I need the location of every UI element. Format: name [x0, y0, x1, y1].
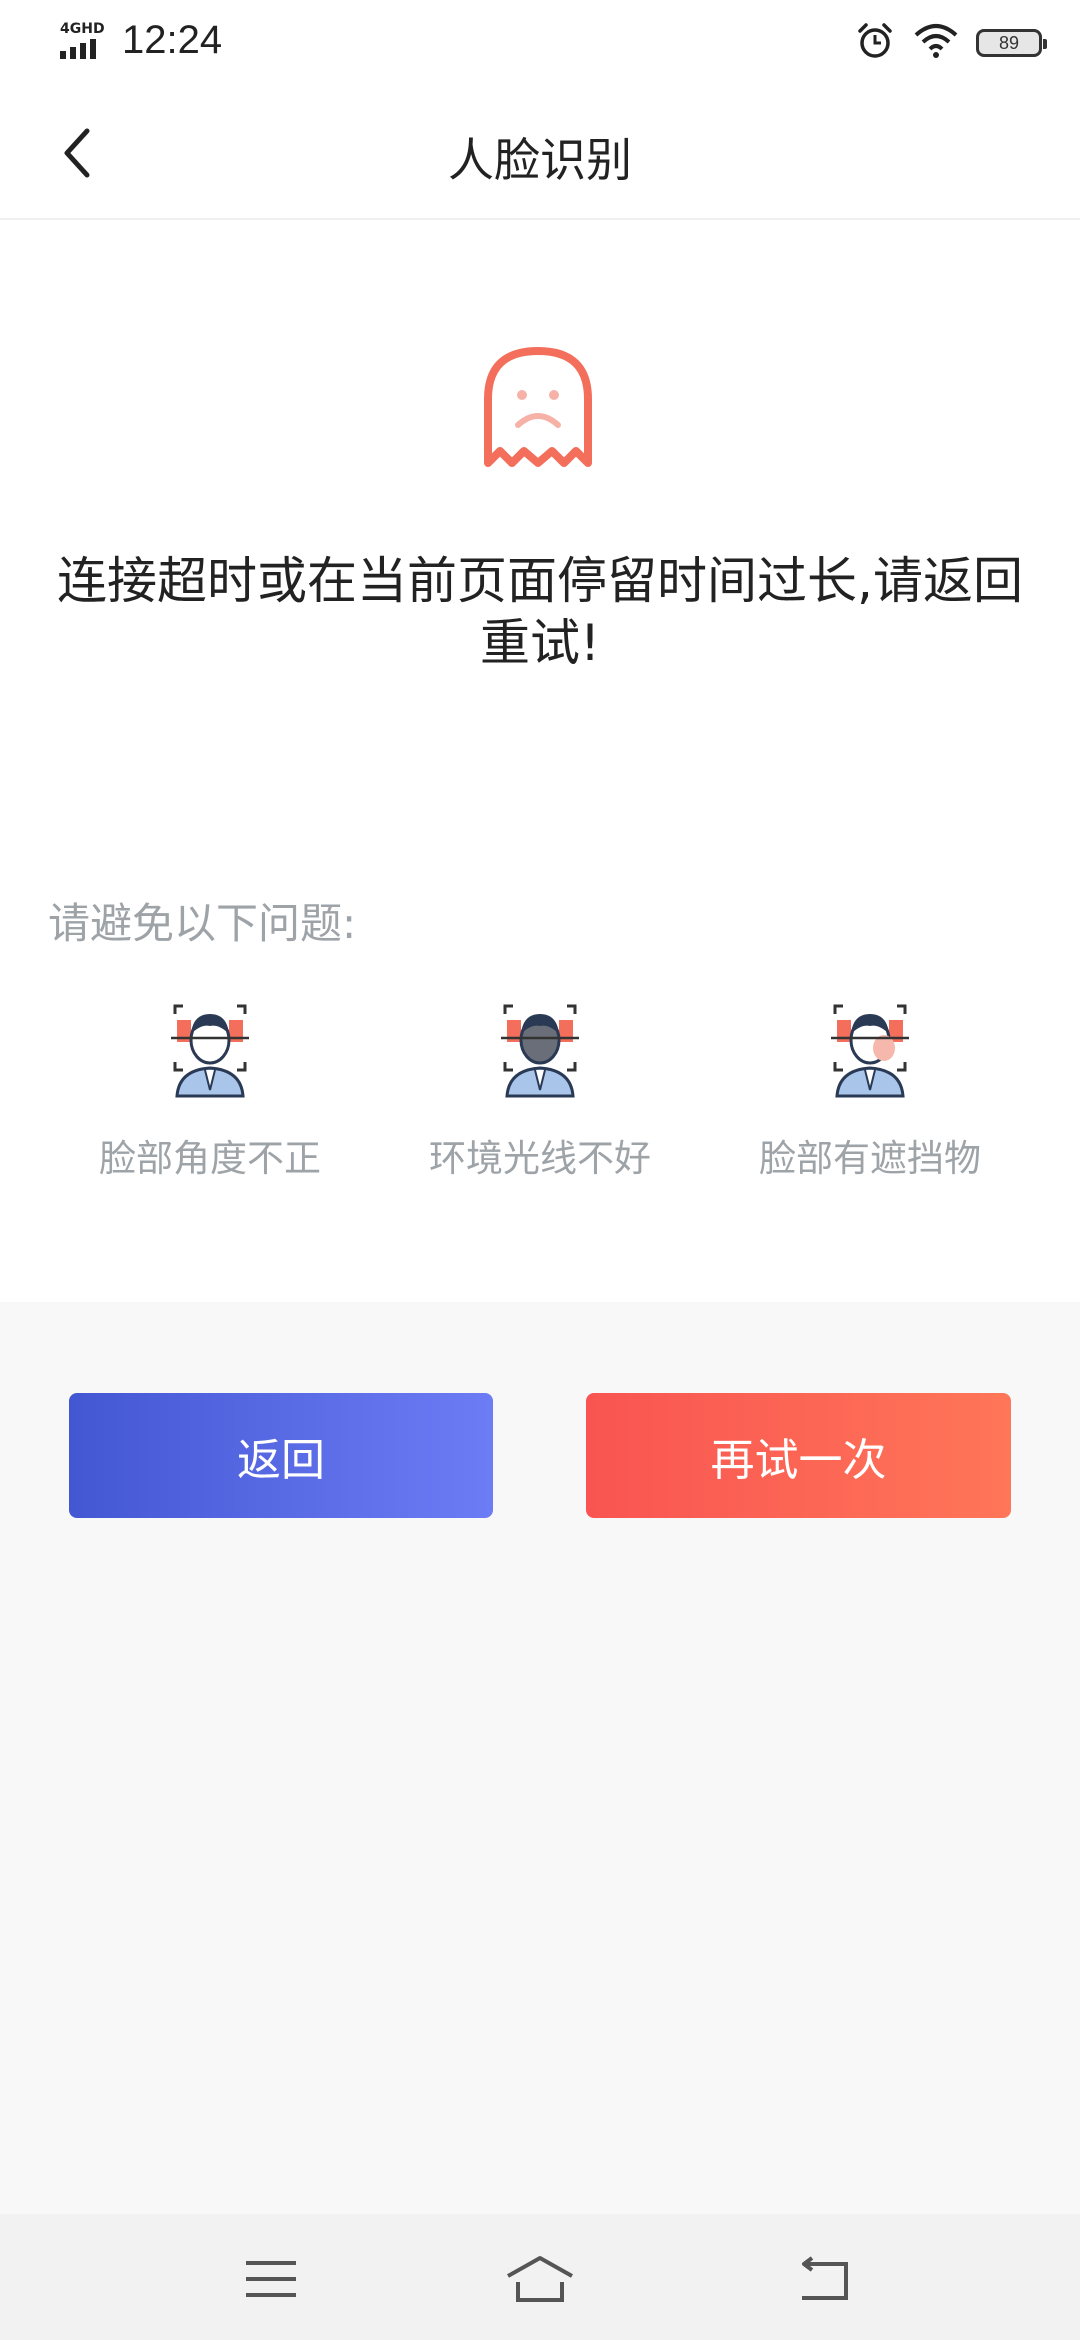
tip-poor-lighting: 环境光线不好: [375, 1000, 705, 1182]
back-icon: [802, 2256, 848, 2300]
network-type: 4GHD: [60, 20, 105, 37]
face-angle-icon: [169, 1000, 251, 1098]
tip-label: 环境光线不好: [429, 1137, 651, 1180]
alarm-icon: [856, 22, 894, 64]
poor-lighting-icon: [499, 1000, 581, 1098]
status-bar: 4GHD 12:24 89: [0, 0, 1080, 88]
tip-label: 脸部角度不正: [99, 1137, 321, 1180]
clock: 12:24: [122, 18, 223, 62]
page-title: 人脸识别: [448, 133, 632, 187]
tips-title: 请避免以下问题:: [48, 899, 357, 948]
retry-button-label: 再试一次: [710, 1434, 887, 1486]
error-message: 连接超时或在当前页面停留时间过长,请返回重试!: [57, 552, 1023, 672]
main-content: 连接超时或在当前页面停留时间过长,请返回重试! 请避免以下问题: 脸部角度不正 …: [0, 220, 1080, 1302]
status-left: 4GHD 12:24: [58, 18, 222, 63]
battery-level: 89: [998, 32, 1020, 53]
status-right: 89: [836, 22, 1047, 64]
sad-ghost-icon: [482, 345, 594, 473]
back-nav-button[interactable]: [784, 2244, 864, 2314]
menu-button[interactable]: [231, 2244, 311, 2314]
system-navigation-bar: [0, 2214, 1080, 2340]
face-obstruction-icon: [829, 1000, 911, 1098]
battery-icon: 89: [976, 29, 1047, 57]
header-bar: 人脸识别: [0, 88, 1080, 220]
face-recognition-screen: 4GHD 12:24 89 人脸识别 连接超时或在当前页面停留时间过长,请返回重…: [0, 0, 1080, 2340]
return-button-label: 返回: [237, 1434, 325, 1486]
home-icon: [507, 2256, 573, 2302]
tip-label: 脸部有遮挡物: [759, 1137, 981, 1180]
signal-icon: 4GHD: [58, 19, 108, 63]
retry-button[interactable]: 再试一次: [586, 1393, 1011, 1518]
wifi-icon: [914, 23, 958, 63]
home-button[interactable]: [500, 2244, 580, 2314]
return-button[interactable]: 返回: [69, 1393, 493, 1518]
tip-face-angle: 脸部角度不正: [45, 1000, 375, 1182]
tip-face-obstruction: 脸部有遮挡物: [705, 1000, 1035, 1182]
menu-icon: [246, 2261, 296, 2297]
tips-list: 脸部角度不正 环境光线不好 脸部有遮挡物: [0, 1000, 1080, 1200]
